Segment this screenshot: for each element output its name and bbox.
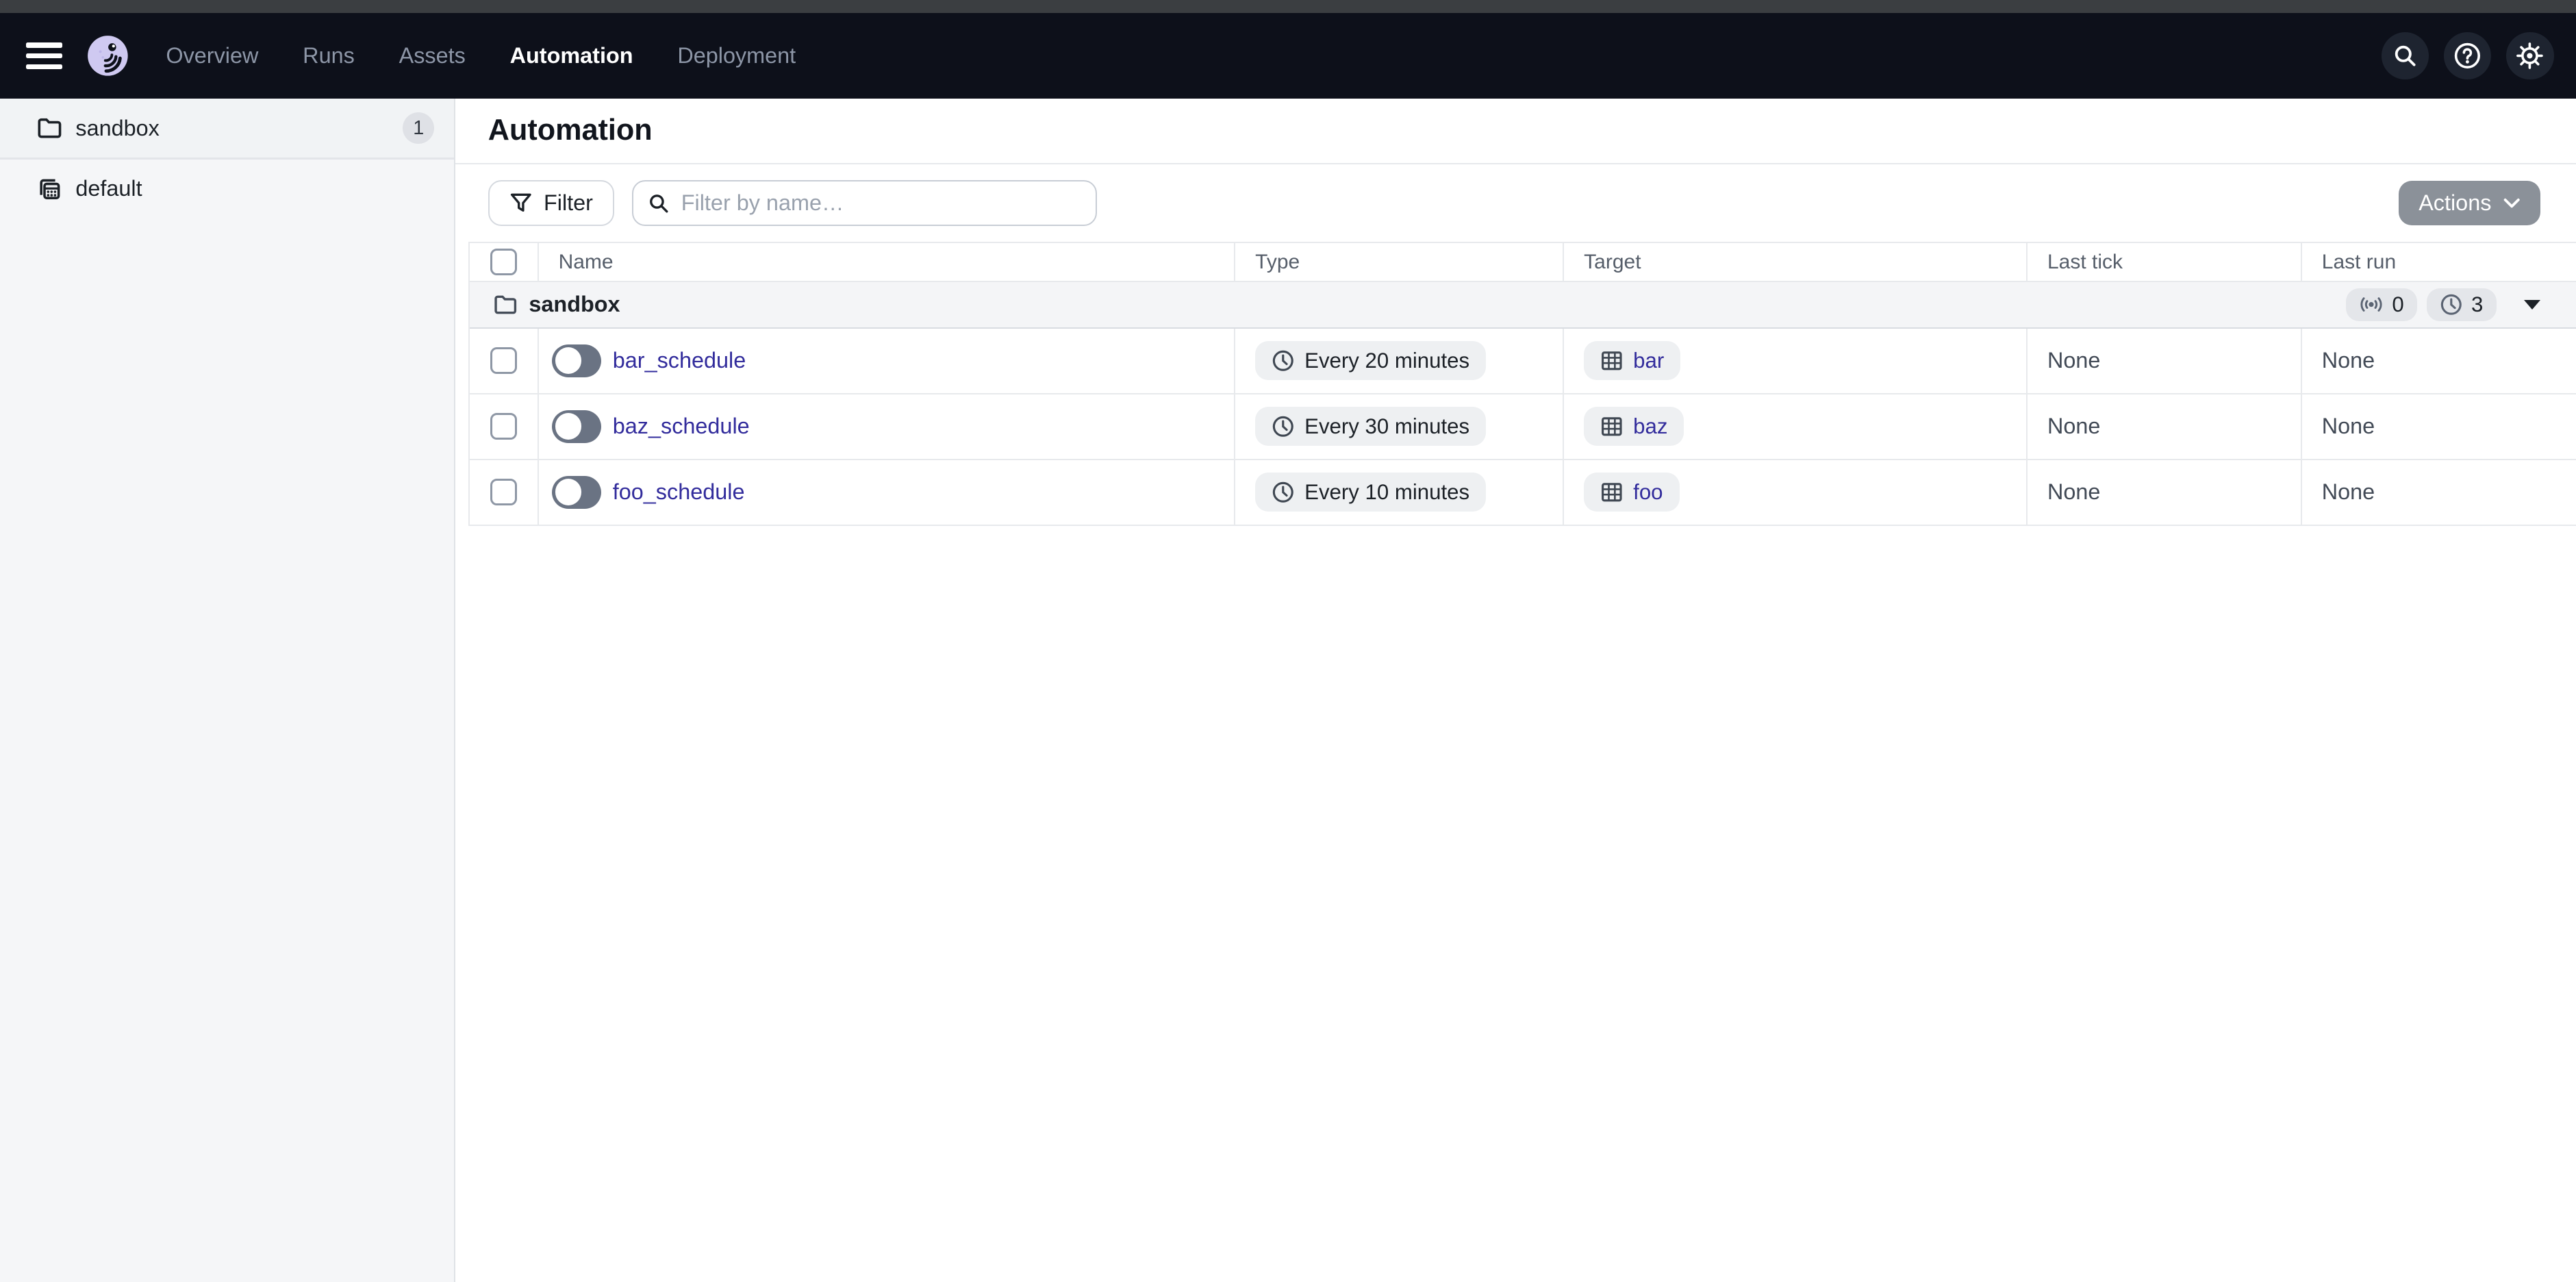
schedule-name-link[interactable]: baz_schedule xyxy=(613,414,750,439)
column-header-last-run: Last run xyxy=(2302,243,2576,281)
automation-table: Name Type Target Last tick Last run sand… xyxy=(468,242,2576,526)
dagster-logo-icon[interactable] xyxy=(86,34,130,78)
sidebar-item-label: sandbox xyxy=(75,116,159,141)
target-pill: bar xyxy=(1584,341,1680,381)
sidebar-item-default[interactable]: default xyxy=(0,160,454,218)
folder-icon xyxy=(493,292,518,317)
target-link[interactable]: foo xyxy=(1633,480,1663,505)
folder-icon xyxy=(36,115,62,141)
last-run-cell: None xyxy=(2302,460,2576,525)
last-run-cell: None xyxy=(2302,329,2576,393)
nav-tab-automation[interactable]: Automation xyxy=(510,43,633,68)
toolbar: Filter Actions xyxy=(455,164,2576,242)
clock-icon xyxy=(2440,293,2463,316)
page-title: Automation xyxy=(488,114,653,147)
select-all-cell xyxy=(470,243,539,281)
table-row: foo_schedule Every 10 minutes foo xyxy=(470,460,2576,526)
job-grid-icon xyxy=(1600,349,1624,373)
help-icon[interactable] xyxy=(2444,32,2492,80)
sensor-count-pill[interactable]: 0 xyxy=(2346,288,2417,321)
app-body: sandbox 1 default xyxy=(0,99,2576,1282)
last-tick-cell: None xyxy=(2028,329,2302,393)
table-row: baz_schedule Every 30 minutes baz xyxy=(470,394,2576,460)
row-checkbox[interactable] xyxy=(490,347,516,373)
filter-by-name-input[interactable] xyxy=(632,180,1097,226)
column-header-target: Target xyxy=(1564,243,2028,281)
schedule-count-pill[interactable]: 3 xyxy=(2427,288,2496,321)
select-all-checkbox[interactable] xyxy=(490,249,516,275)
target-pill: foo xyxy=(1584,473,1679,512)
nav-tab-runs[interactable]: Runs xyxy=(303,43,355,68)
main-content: Automation Filter Actions xyxy=(455,99,2576,1282)
sidebar-item-sandbox[interactable]: sandbox 1 xyxy=(0,99,454,158)
search-icon[interactable] xyxy=(2382,32,2429,80)
schedule-type-pill: Every 30 minutes xyxy=(1255,407,1486,447)
sensor-icon xyxy=(2359,294,2384,315)
column-header-last-tick: Last tick xyxy=(2028,243,2302,281)
clock-icon xyxy=(1272,415,1295,438)
primary-nav: Overview Runs Assets Automation Deployme… xyxy=(166,43,796,68)
sidebar-item-label: default xyxy=(75,176,142,201)
top-navbar: Overview Runs Assets Automation Deployme… xyxy=(0,13,2576,99)
last-tick-cell: None xyxy=(2028,394,2302,459)
last-run-cell: None xyxy=(2302,394,2576,459)
funnel-icon xyxy=(509,192,533,215)
sensor-count: 0 xyxy=(2392,292,2403,317)
magnifier-icon xyxy=(647,192,670,222)
clock-icon xyxy=(1272,481,1295,504)
column-header-name: Name xyxy=(539,243,1236,281)
schedule-type-pill: Every 20 minutes xyxy=(1255,341,1486,381)
filter-button-label: Filter xyxy=(544,190,593,216)
dagster-app: Overview Runs Assets Automation Deployme… xyxy=(0,0,2576,1282)
clock-icon xyxy=(1272,349,1295,373)
schedule-name-link[interactable]: foo_schedule xyxy=(613,479,745,505)
schedule-toggle[interactable] xyxy=(552,476,601,509)
code-location-sidebar: sandbox 1 default xyxy=(0,99,455,1282)
schedule-type-label: Every 10 minutes xyxy=(1304,480,1469,505)
job-grid-icon xyxy=(1600,481,1624,504)
target-link[interactable]: baz xyxy=(1633,414,1667,439)
target-link[interactable]: bar xyxy=(1633,349,1664,373)
schedule-type-label: Every 30 minutes xyxy=(1304,414,1469,439)
navbar-icon-group xyxy=(2382,32,2554,80)
target-pill: baz xyxy=(1584,407,1684,447)
nav-tab-overview[interactable]: Overview xyxy=(166,43,258,68)
schedule-toggle[interactable] xyxy=(552,344,601,377)
page-header: Automation xyxy=(455,99,2576,164)
table-header-row: Name Type Target Last tick Last run xyxy=(470,243,2576,283)
group-name: sandbox xyxy=(529,292,620,317)
chevron-down-icon xyxy=(2503,197,2521,210)
search-field-wrap xyxy=(632,180,1097,226)
job-grid-icon xyxy=(1600,415,1624,438)
row-checkbox[interactable] xyxy=(490,479,516,505)
nav-tab-assets[interactable]: Assets xyxy=(399,43,466,68)
schedule-type-pill: Every 10 minutes xyxy=(1255,473,1486,512)
window-top-strip xyxy=(0,0,2576,13)
schedule-name-link[interactable]: bar_schedule xyxy=(613,348,746,373)
code-location-icon xyxy=(36,176,62,202)
schedule-type-label: Every 20 minutes xyxy=(1304,349,1469,373)
column-header-type: Type xyxy=(1235,243,1564,281)
filter-button[interactable]: Filter xyxy=(488,180,614,226)
schedule-toggle[interactable] xyxy=(552,410,601,443)
menu-icon[interactable] xyxy=(26,42,62,68)
last-tick-cell: None xyxy=(2028,460,2302,525)
sandbox-count-badge: 1 xyxy=(403,112,434,144)
caret-down-icon[interactable] xyxy=(2524,300,2540,310)
actions-button-label: Actions xyxy=(2419,190,2491,216)
gear-icon[interactable] xyxy=(2506,32,2554,80)
table-row: bar_schedule Every 20 minutes bar xyxy=(470,329,2576,394)
row-checkbox[interactable] xyxy=(490,413,516,439)
nav-tab-deployment[interactable]: Deployment xyxy=(677,43,796,68)
actions-button[interactable]: Actions xyxy=(2399,181,2540,225)
schedule-count: 3 xyxy=(2471,292,2483,317)
group-row-sandbox[interactable]: sandbox 0 3 xyxy=(470,282,2576,328)
